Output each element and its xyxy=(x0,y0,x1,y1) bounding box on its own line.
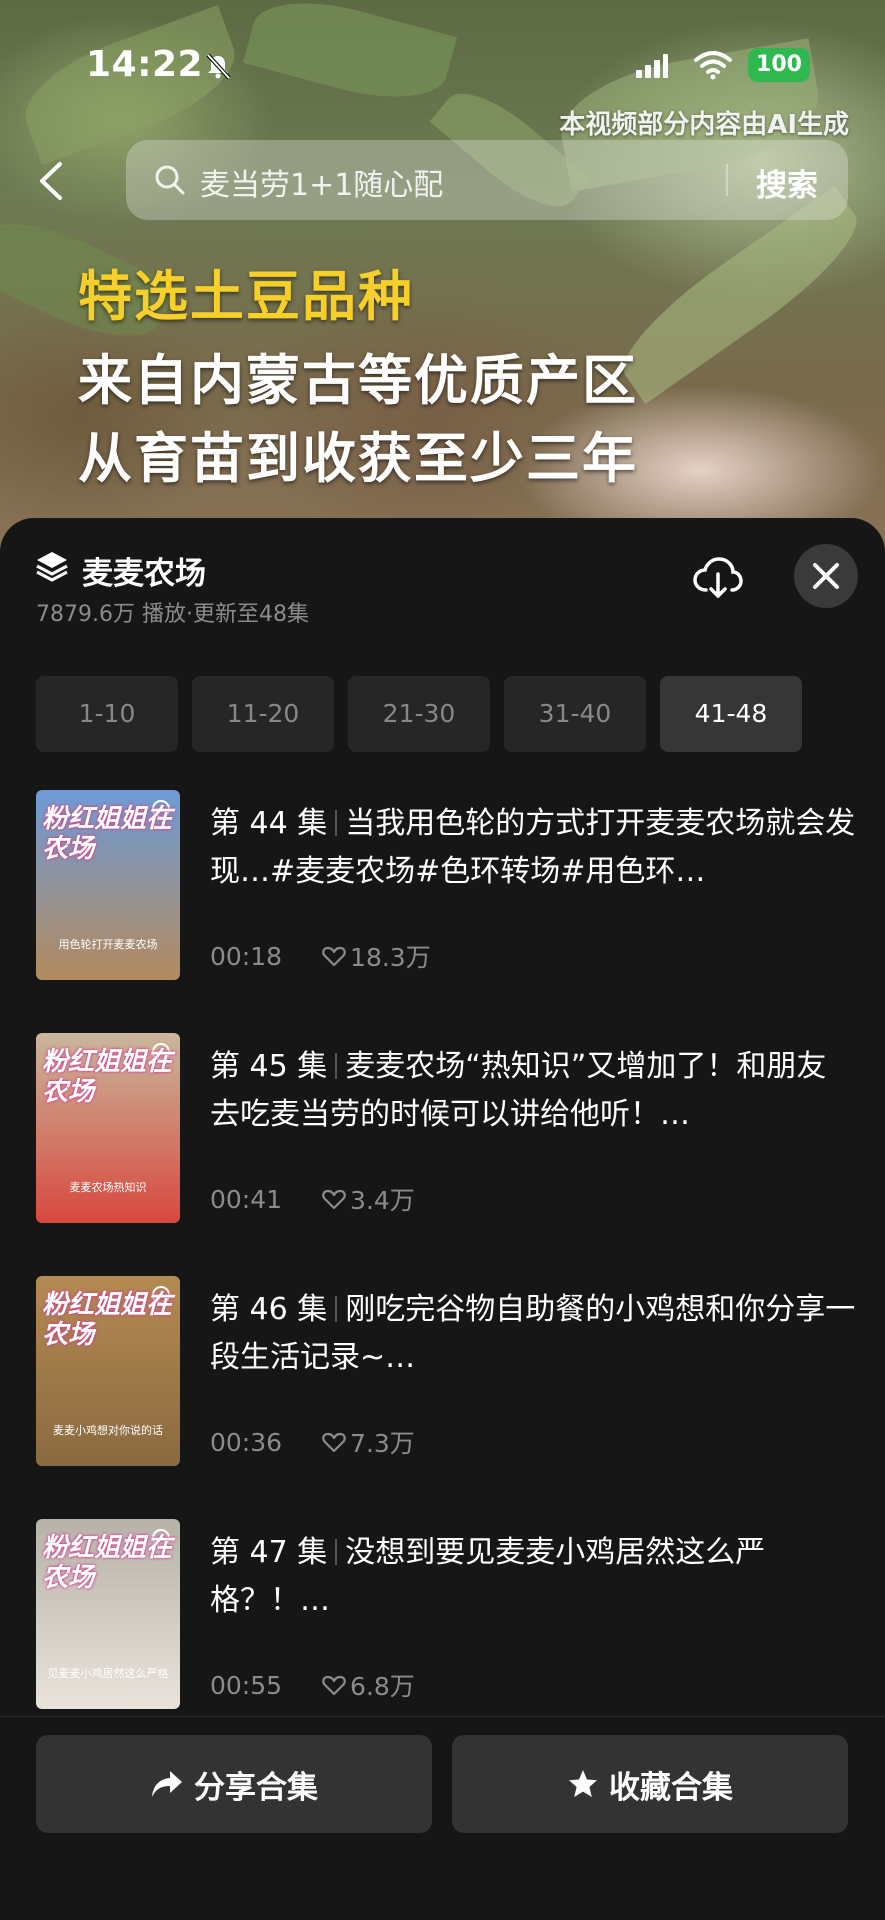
episode-number: 第 46 集 xyxy=(210,1292,328,1327)
episode-thumbnail[interactable]: 粉红姐姐在农场 麦麦小鸡想对你说的话 xyxy=(36,1276,180,1466)
range-tab-1-10[interactable]: 1-10 xyxy=(36,676,178,752)
divider xyxy=(335,810,338,836)
signal-icon xyxy=(636,54,668,78)
ai-generated-notice: 本视频部分内容由AI生成 xyxy=(559,110,849,140)
heart-icon xyxy=(322,946,346,967)
episode-thumbnail[interactable]: 粉红姐姐在农场 麦麦农场热知识 xyxy=(36,1033,180,1223)
episode-title[interactable]: 第 46 集刚吃完谷物自助餐的小鸡想和你分享一段生活记录~… xyxy=(210,1286,856,1382)
divider xyxy=(335,1053,338,1079)
episode-item[interactable]: 粉红姐姐在农场 麦麦农场热知识 第 45 集麦麦农场“热知识”又增加了！和朋友去… xyxy=(36,1033,856,1223)
search-icon xyxy=(155,165,185,195)
close-button[interactable] xyxy=(794,544,858,608)
favorite-collection-label: 收藏合集 xyxy=(609,1769,733,1806)
collection-meta: 7879.6万 播放·更新至48集 xyxy=(36,602,309,627)
share-collection-label: 分享合集 xyxy=(194,1769,318,1806)
bell-muted-icon xyxy=(206,53,231,80)
episode-title[interactable]: 第 45 集麦麦农场“热知识”又增加了！和朋友去吃麦当劳的时候可以讲给他听！… xyxy=(210,1043,856,1139)
divider xyxy=(335,1296,338,1322)
heart-icon xyxy=(322,1675,346,1696)
heart-icon xyxy=(322,1432,346,1453)
thumbnail-subtitle: 麦麦小鸡想对你说的话 xyxy=(53,1424,163,1437)
thumbnail-subtitle: 见麦麦小鸡居然这么严格 xyxy=(47,1667,169,1680)
favorite-collection-button[interactable]: 收藏合集 xyxy=(452,1735,848,1833)
range-tab-11-20[interactable]: 11-20 xyxy=(192,676,334,752)
status-bar: 14:22 100 xyxy=(0,38,885,92)
video-caption-1: 特选土豆品种 xyxy=(78,265,414,328)
episode-meta: 00:36 7.3万 xyxy=(210,1424,415,1460)
share-arrow-icon xyxy=(152,1771,182,1797)
thumbnail-subtitle: 用色轮打开麦麦农场 xyxy=(58,938,158,951)
episode-thumbnail[interactable]: 粉红姐姐在农场 见麦麦小鸡居然这么严格 xyxy=(36,1519,180,1709)
like-count: 6.8万 xyxy=(350,1672,415,1701)
episode-range-tabs: 1-10 11-20 21-30 31-40 41-48 xyxy=(36,676,802,752)
episode-likes: 3.4万 xyxy=(322,1181,415,1217)
episode-title[interactable]: 第 44 集当我用色轮的方式打开麦麦农场就会发现…#麦麦农场#色环转场#用色环… xyxy=(210,800,856,896)
episode-number: 第 45 集 xyxy=(210,1049,328,1084)
like-count: 7.3万 xyxy=(350,1429,415,1458)
range-tab-31-40[interactable]: 31-40 xyxy=(504,676,646,752)
close-icon xyxy=(813,563,839,589)
search-bar[interactable]: 麦当劳1+1随心配 搜索 xyxy=(126,140,848,220)
battery-icon: 100 xyxy=(748,48,810,82)
episode-duration: 00:55 xyxy=(210,1670,283,1700)
search-button[interactable]: 搜索 xyxy=(756,160,818,205)
collection-title: 麦麦农场 xyxy=(82,556,206,592)
range-tab-21-30[interactable]: 21-30 xyxy=(348,676,490,752)
episode-meta: 00:18 18.3万 xyxy=(210,938,431,974)
episode-item[interactable]: 粉红姐姐在农场 麦麦小鸡想对你说的话 第 46 集刚吃完谷物自助餐的小鸡想和你分… xyxy=(36,1276,856,1466)
star-icon xyxy=(569,1770,597,1797)
episode-likes: 6.8万 xyxy=(322,1667,415,1703)
episode-likes: 18.3万 xyxy=(322,938,431,974)
episode-thumbnail[interactable]: 粉红姐姐在农场 用色轮打开麦麦农场 xyxy=(36,790,180,980)
divider xyxy=(335,1539,338,1565)
like-count: 3.4万 xyxy=(350,1186,415,1215)
episode-meta: 00:41 3.4万 xyxy=(210,1181,415,1217)
wifi-icon xyxy=(694,51,732,80)
heart-icon xyxy=(322,1189,346,1210)
episode-meta: 00:55 6.8万 xyxy=(210,1667,415,1703)
episode-likes: 7.3万 xyxy=(322,1424,415,1460)
episode-duration: 00:36 xyxy=(210,1427,283,1457)
thumbnail-title: 粉红姐姐在农场 xyxy=(42,1290,173,1350)
search-input[interactable]: 麦当劳1+1随心配 xyxy=(200,160,443,204)
episode-number: 第 47 集 xyxy=(210,1535,328,1570)
thumbnail-subtitle: 麦麦农场热知识 xyxy=(69,1181,147,1194)
range-tab-41-48[interactable]: 41-48 xyxy=(660,676,802,752)
video-caption-3: 从育苗到收获至少三年 xyxy=(78,427,638,490)
cloud-download-icon[interactable] xyxy=(692,554,744,602)
back-arrow-icon[interactable] xyxy=(34,158,68,204)
thumbnail-title: 粉红姐姐在农场 xyxy=(42,1533,173,1593)
search-divider xyxy=(726,164,728,196)
episode-number: 第 44 集 xyxy=(210,806,328,841)
share-collection-button[interactable]: 分享合集 xyxy=(36,1735,432,1833)
bottom-action-bar: 分享合集 收藏合集 xyxy=(0,1716,885,1920)
episode-duration: 00:18 xyxy=(210,941,283,971)
episode-item[interactable]: 粉红姐姐在农场 用色轮打开麦麦农场 第 44 集当我用色轮的方式打开麦麦农场就会… xyxy=(36,790,856,980)
thumbnail-title: 粉红姐姐在农场 xyxy=(42,1047,173,1107)
thumbnail-title: 粉红姐姐在农场 xyxy=(42,804,173,864)
status-time: 14:22 xyxy=(86,44,204,85)
episode-duration: 00:41 xyxy=(210,1184,283,1214)
layers-icon xyxy=(36,552,68,582)
like-count: 18.3万 xyxy=(350,943,431,972)
episode-title[interactable]: 第 47 集没想到要见麦麦小鸡居然这么严格？！… xyxy=(210,1529,856,1625)
video-caption-2: 来自内蒙古等优质产区 xyxy=(78,349,638,412)
episode-item[interactable]: 粉红姐姐在农场 见麦麦小鸡居然这么严格 第 47 集没想到要见麦麦小鸡居然这么严… xyxy=(36,1519,856,1709)
collection-sheet: 麦麦农场 7879.6万 播放·更新至48集 1-10 11-20 21-30 … xyxy=(0,518,885,1920)
